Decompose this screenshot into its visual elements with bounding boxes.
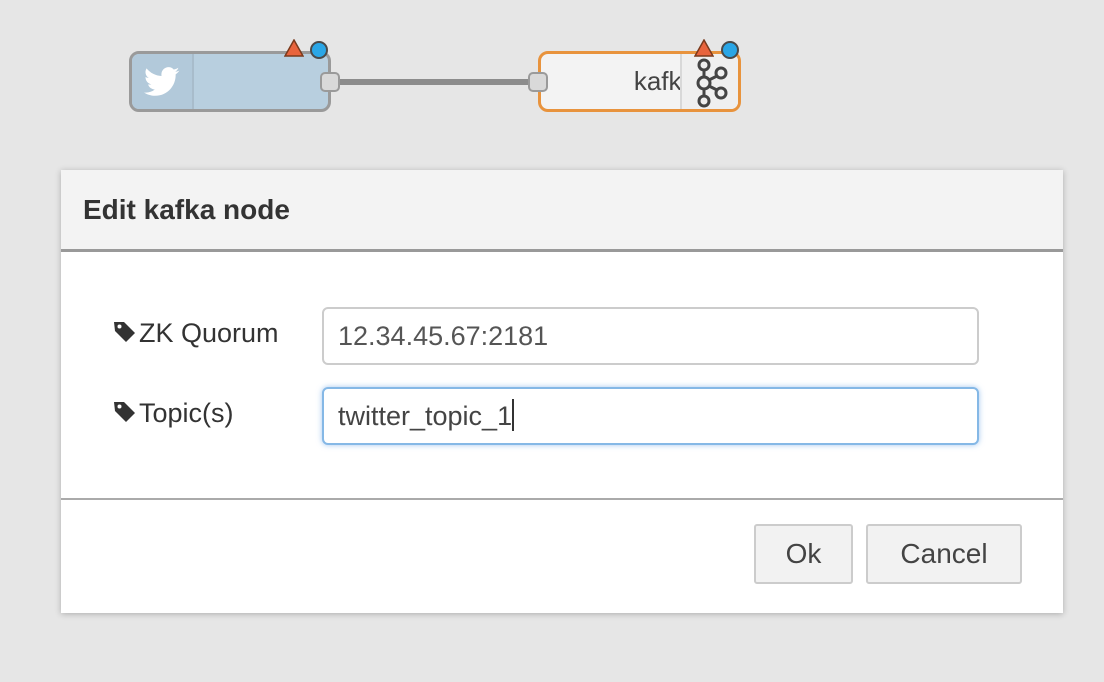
twitter-node-warning-icon (284, 39, 304, 57)
dialog-header: Edit kafka node (61, 170, 1063, 252)
flow-canvas[interactable]: kafka Edit kafka node ZK Quorum 12.34.45… (0, 0, 1104, 682)
text-caret (512, 399, 515, 431)
zk-quorum-label-wrap: ZK Quorum (113, 318, 279, 349)
zk-quorum-label: ZK Quorum (139, 318, 279, 348)
kafka-node-warning-icon (694, 39, 714, 57)
ok-button[interactable]: Ok (754, 524, 853, 584)
tag-icon (114, 322, 135, 342)
form-row-zk-quorum: ZK Quorum 12.34.45.67:2181 (61, 306, 1063, 366)
twitter-node-output-port[interactable] (320, 72, 340, 92)
kafka-node-label: kafka (633, 66, 696, 96)
kafka-node[interactable]: kafka (538, 51, 741, 112)
kafka-node-input-port[interactable] (528, 72, 548, 92)
dialog-title: Edit kafka node (83, 194, 290, 225)
twitter-icon (144, 67, 180, 96)
cancel-button[interactable]: Cancel (866, 524, 1022, 584)
dialog-footer: Ok Cancel (61, 498, 1063, 613)
edit-node-dialog: Edit kafka node ZK Quorum 12.34.45.67:21… (61, 170, 1063, 613)
kafka-node-icon-area (680, 54, 738, 109)
kafka-icon (696, 58, 728, 108)
zk-quorum-input[interactable]: 12.34.45.67:2181 (322, 307, 979, 365)
topics-input-value: twitter_topic_1 (338, 401, 513, 431)
tag-icon (114, 402, 135, 422)
kafka-node-status-dot (721, 41, 739, 59)
form-row-topics: Topic(s) twitter_topic_1 (61, 386, 1063, 446)
flow-wire[interactable] (340, 79, 530, 85)
twitter-node-icon-area (132, 54, 194, 109)
topics-label: Topic(s) (139, 398, 234, 428)
topics-label-wrap: Topic(s) (113, 398, 234, 429)
twitter-node[interactable] (129, 51, 331, 112)
twitter-node-status-dot (310, 41, 328, 59)
topics-input[interactable]: twitter_topic_1 (322, 387, 979, 445)
